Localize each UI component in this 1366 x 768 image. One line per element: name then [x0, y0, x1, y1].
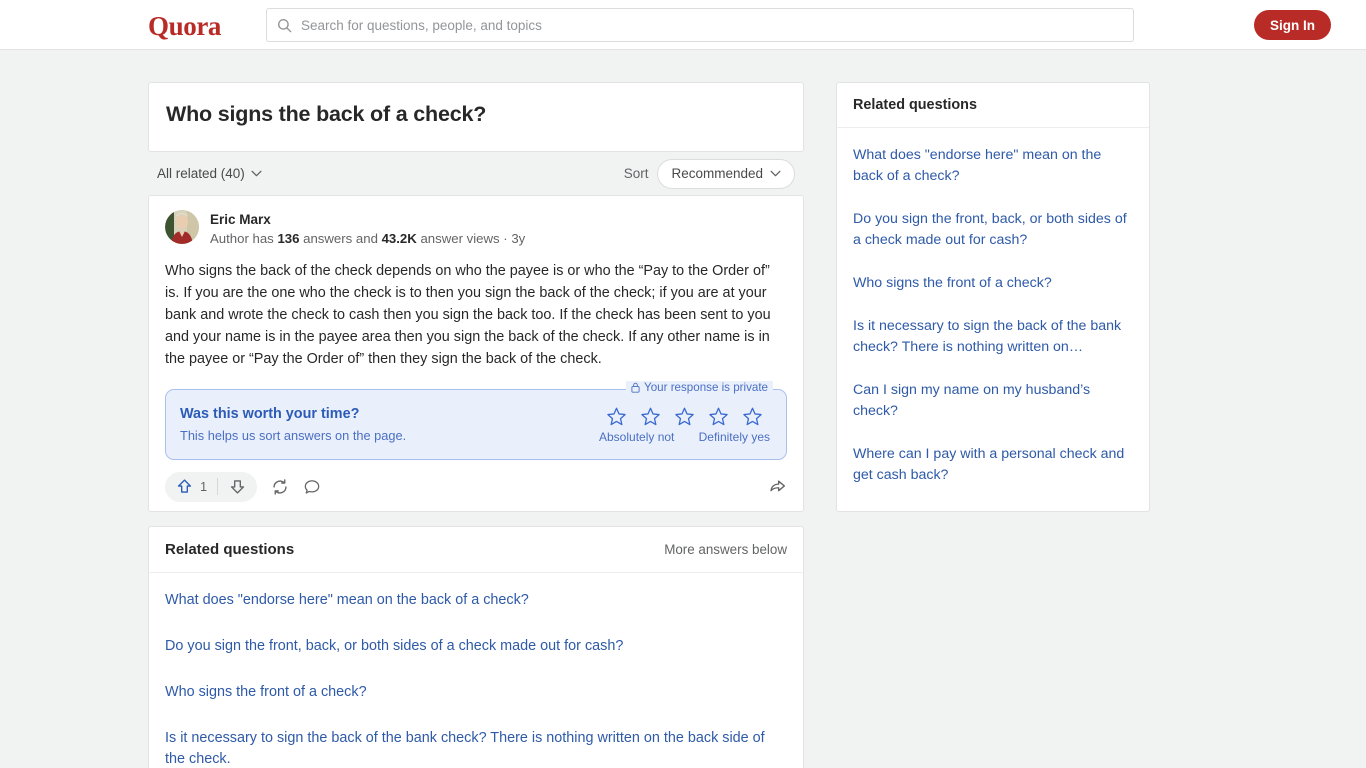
related-questions-list: What does "endorse here" mean on the bac…: [149, 573, 803, 768]
sidebar-related-question-link[interactable]: Is it necessary to sign the back of the …: [853, 305, 1133, 369]
rating-subtitle: This helps us sort answers on the page.: [180, 428, 407, 444]
question-card: Who signs the back of a check?: [148, 82, 804, 152]
all-related-label: All related (40): [157, 166, 245, 182]
related-question-link[interactable]: What does "endorse here" mean on the bac…: [165, 578, 787, 624]
sidebar-related-questions-list: What does "endorse here" mean on the bac…: [837, 128, 1149, 511]
sidebar-related-question-link[interactable]: Who signs the front of a check?: [853, 262, 1133, 305]
share-button[interactable]: [768, 477, 787, 496]
chevron-down-icon: [251, 171, 262, 177]
star-row: [599, 406, 770, 427]
quora-logo[interactable]: Quora: [148, 11, 221, 42]
answer-body: Who signs the back of the check depends …: [165, 262, 771, 367]
rating-title: Was this worth your time?: [180, 406, 360, 423]
star-outline-icon[interactable]: [640, 406, 661, 427]
site-header: Quora Sign In: [0, 0, 1366, 50]
credential-mid: answers and: [299, 231, 382, 247]
more-answers-below-label: More answers below: [664, 541, 787, 557]
lock-icon: [631, 383, 640, 394]
avatar-image: [165, 209, 199, 244]
search-icon: [277, 18, 292, 32]
star-label-low: Absolutely not: [599, 430, 675, 445]
private-response-badge: Your response is private: [626, 381, 773, 395]
sidebar-related-question-link[interactable]: Can I sign my name on my husband’s check…: [853, 369, 1133, 433]
star-labels: Absolutely not Definitely yes: [599, 430, 770, 444]
sidebar-related-questions-title: Related questions: [837, 83, 1149, 128]
sort-group: Sort Recommended: [623, 158, 795, 189]
author-name[interactable]: Eric Marx: [210, 211, 525, 229]
sort-value: Recommended: [671, 166, 763, 182]
answer-count: 136: [277, 231, 300, 247]
rating-text-block: Was this worth your time? This helps us …: [180, 404, 406, 445]
sidebar-related-question-link[interactable]: Where can I pay with a personal check an…: [853, 433, 1133, 497]
page-title: Who signs the back of a check?: [166, 102, 487, 126]
answer-card: Eric Marx Author has 136 answers and 43.…: [148, 194, 804, 512]
search-bar[interactable]: [266, 8, 1134, 42]
sign-in-button[interactable]: Sign In: [1254, 10, 1331, 40]
answer-action-bar: 1: [165, 463, 787, 511]
related-questions-header: Related questions More answers below: [149, 527, 803, 573]
star-outline-icon[interactable]: [742, 406, 763, 427]
downvote-button[interactable]: [218, 472, 257, 502]
private-response-label: Your response is private: [644, 381, 768, 395]
vote-pill: 1: [165, 471, 258, 502]
action-bar-left: 1: [165, 471, 321, 502]
avatar[interactable]: [165, 209, 199, 244]
related-questions-card: Related questions More answers below Wha…: [148, 525, 804, 768]
author-credential: Author has 136 answers and 43.2K answer …: [210, 229, 525, 249]
view-count: 43.2K: [381, 231, 417, 247]
star-label-high: Definitely yes: [698, 430, 770, 445]
related-question-link[interactable]: Do you sign the front, back, or both sid…: [165, 624, 787, 670]
upvote-button[interactable]: 1: [165, 472, 217, 502]
sort-dropdown[interactable]: Recommended: [657, 158, 795, 189]
related-questions-title: Related questions: [165, 540, 295, 558]
repost-button[interactable]: [271, 478, 289, 496]
comment-bubble-icon: [304, 480, 320, 494]
credential-suffix: answer views · 3y: [416, 231, 526, 247]
sidebar-column: Related questions What does "endorse her…: [836, 82, 1150, 768]
search-input[interactable]: [301, 17, 1123, 33]
answer-rating-box: Your response is private Was this worth …: [165, 381, 787, 460]
share-arrow-icon: [770, 480, 786, 492]
author-row: Eric Marx Author has 136 answers and 43.…: [165, 209, 787, 249]
sidebar-related-question-link[interactable]: Do you sign the front, back, or both sid…: [853, 198, 1133, 262]
main-column: Who signs the back of a check? All relat…: [148, 82, 804, 768]
star-outline-icon[interactable]: [606, 406, 627, 427]
upvote-count: 1: [200, 479, 208, 495]
credential-prefix: Author has: [210, 231, 278, 247]
sidebar-related-questions-card: Related questions What does "endorse her…: [836, 82, 1150, 513]
star-rating-widget: Absolutely not Definitely yes: [599, 406, 772, 444]
related-question-link[interactable]: Is it necessary to sign the back of the …: [165, 716, 787, 768]
filter-bar: All related (40) Sort Recommended: [148, 153, 804, 195]
repost-icon: [273, 479, 287, 495]
comment-button[interactable]: [303, 478, 321, 496]
upvote-arrow-icon: [177, 479, 192, 494]
sidebar-related-question-link[interactable]: What does "endorse here" mean on the bac…: [853, 134, 1133, 198]
star-outline-icon[interactable]: [708, 406, 729, 427]
all-related-dropdown[interactable]: All related (40): [157, 166, 262, 181]
related-question-link[interactable]: Who signs the front of a check?: [165, 670, 787, 716]
chevron-down-icon: [770, 171, 781, 177]
page-body: Who signs the back of a check? All relat…: [0, 50, 1366, 768]
downvote-arrow-icon: [230, 480, 245, 494]
star-outline-icon[interactable]: [674, 406, 695, 427]
author-meta: Eric Marx Author has 136 answers and 43.…: [210, 210, 525, 249]
sort-label: Sort: [623, 166, 649, 182]
